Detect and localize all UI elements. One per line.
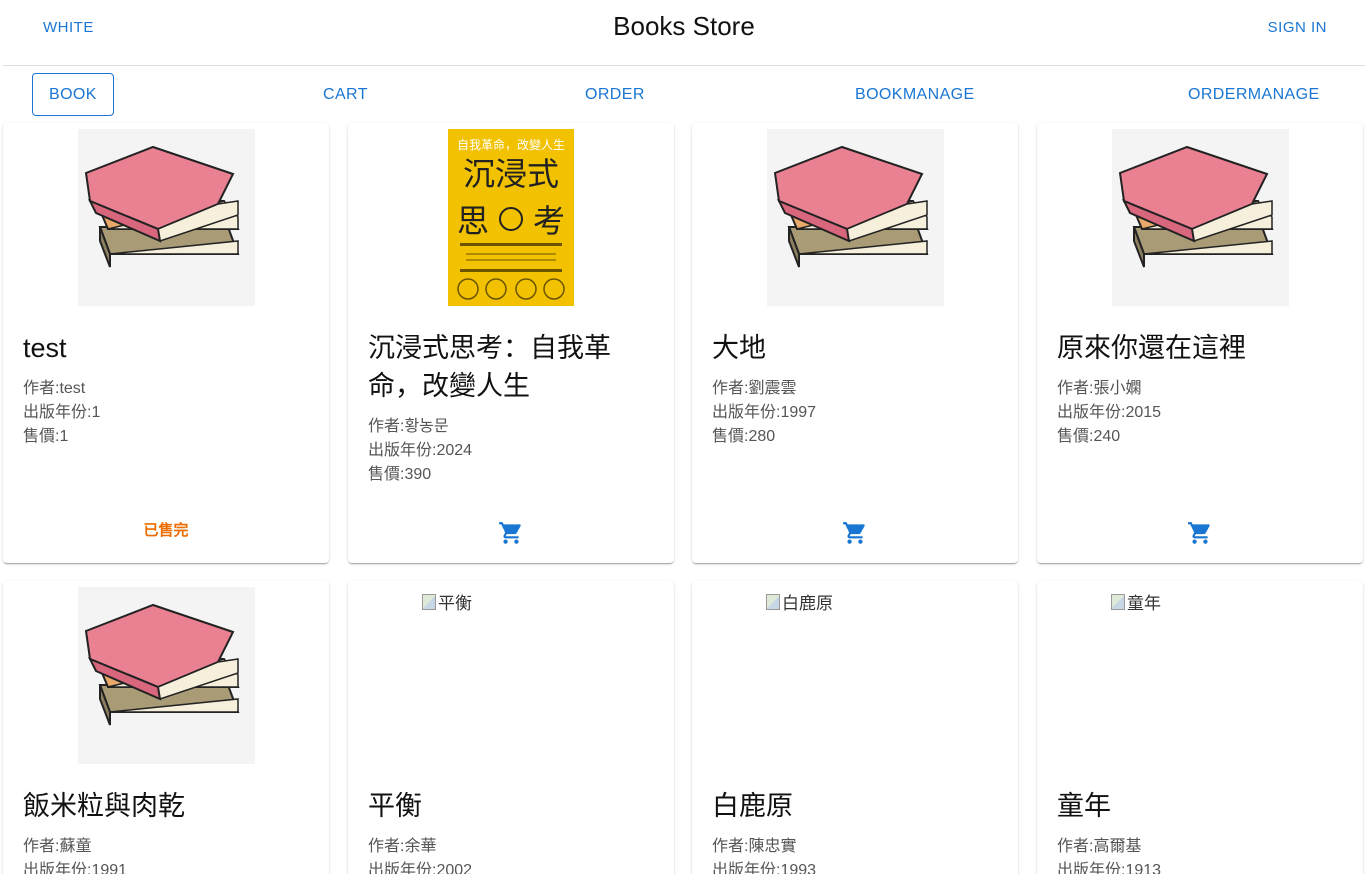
book-title: 白鹿原 [712, 791, 793, 821]
book-author: 作者:余華 [368, 838, 437, 855]
book-card[interactable]: 自我革命，改變人生 沉浸式 思 考 沉浸式思考：自我革命，改變人生 作者:황농문… [348, 123, 674, 563]
broken-image-icon [766, 593, 780, 610]
book-cover-image [767, 129, 944, 306]
image-alt-text: 白鹿原 [782, 594, 833, 613]
book-stack-icon [1112, 129, 1289, 306]
book-card[interactable]: test 作者:test 出版年份:1 售價:1 已售完 [3, 123, 329, 563]
tab-ordermanage[interactable]: ORDERMANAGE [1171, 73, 1337, 116]
book-stack-icon [767, 129, 944, 306]
tab-order[interactable]: ORDER [568, 73, 662, 116]
book-year: 出版年份:2002 [368, 862, 473, 874]
book-year: 出版年份:1991 [23, 862, 128, 874]
book-year: 出版年份:2024 [368, 442, 473, 459]
book-title: 童年 [1057, 791, 1111, 821]
main-nav: BOOK CART ORDER BOOKMANAGE ORDERMANAGE [3, 66, 1365, 122]
book-author: 作者:高爾基 [1057, 838, 1142, 855]
cover-title-line2b: 考 [533, 202, 565, 240]
book-author: 作者:test [23, 380, 86, 397]
add-to-cart-button[interactable] [1182, 515, 1218, 551]
book-title: 飯米粒與肉乾 [23, 791, 185, 821]
broken-image-icon [422, 593, 436, 610]
cart-icon [499, 522, 521, 544]
cover-top-text: 自我革命，改變人生 [457, 137, 565, 152]
image-alt-text: 平衡 [438, 594, 472, 613]
sign-in-button[interactable]: SIGN IN [1268, 19, 1327, 36]
tab-book[interactable]: BOOK [32, 73, 114, 116]
book-year: 出版年份:1997 [712, 404, 817, 421]
broken-image: 白鹿原 [766, 589, 833, 614]
tab-cart[interactable]: CART [306, 73, 385, 116]
book-title: test [23, 333, 67, 363]
book-author: 作者:蘇童 [23, 838, 92, 855]
cart-icon [1188, 522, 1210, 544]
book-card[interactable]: 平衡 平衡 作者:余華 出版年份:2002 [348, 581, 674, 874]
book-year: 出版年份:1 [23, 404, 101, 421]
broken-image: 童年 [1111, 589, 1161, 614]
book-price: 售價:280 [712, 428, 776, 445]
cart-icon [843, 522, 865, 544]
book-year: 出版年份:2015 [1057, 404, 1162, 421]
add-to-cart-button[interactable] [837, 515, 873, 551]
book-author: 作者:陳忠實 [712, 838, 797, 855]
book-price: 售價:1 [23, 428, 69, 445]
book-cover-image [78, 587, 255, 764]
book-card[interactable]: 大地 作者:劉震雲 出版年份:1997 售價:280 [692, 123, 1018, 563]
book-title: 平衡 [368, 791, 422, 821]
broken-image: 平衡 [422, 589, 472, 614]
book-cover-image [1112, 129, 1289, 306]
app-bar: WHITE Books Store SIGN IN [3, 0, 1365, 66]
tab-bookmanage[interactable]: BOOKMANAGE [838, 73, 992, 116]
add-to-cart-button[interactable] [493, 515, 529, 551]
book-price: 售價:240 [1057, 428, 1121, 445]
book-card[interactable]: 童年 童年 作者:高爾基 出版年份:1913 [1037, 581, 1363, 874]
book-year: 出版年份:1913 [1057, 862, 1162, 874]
book-stack-icon [78, 587, 255, 764]
book-card[interactable]: 原來你還在這裡 作者:張小嫻 出版年份:2015 售價:240 [1037, 123, 1363, 563]
book-title: 原來你還在這裡 [1057, 333, 1246, 363]
book-stack-icon [78, 129, 255, 306]
cover-title-line2a: 思 [457, 202, 489, 240]
book-card[interactable]: 飯米粒與肉乾 作者:蘇童 出版年份:1991 [3, 581, 329, 874]
book-author: 作者:황농문 [368, 418, 449, 435]
book-author: 作者:張小嫻 [1057, 380, 1142, 397]
book-author: 作者:劉震雲 [712, 380, 797, 397]
book-card[interactable]: 白鹿原 白鹿原 作者:陳忠實 出版年份:1993 [692, 581, 1018, 874]
book-price: 售價:390 [368, 466, 432, 483]
book-cover-image [78, 129, 255, 306]
image-alt-text: 童年 [1127, 594, 1161, 613]
book-year: 出版年份:1993 [712, 862, 817, 874]
cover-title-line1: 沉浸式 [463, 155, 559, 193]
broken-image-icon [1111, 593, 1125, 610]
book-title: 大地 [712, 333, 766, 363]
book-title: 沉浸式思考：自我革命，改變人生 [368, 333, 611, 401]
page-title: Books Store [613, 11, 755, 41]
book-cover-image: 自我革命，改變人生 沉浸式 思 考 [448, 129, 574, 306]
sold-out-label: 已售完 [143, 522, 189, 539]
